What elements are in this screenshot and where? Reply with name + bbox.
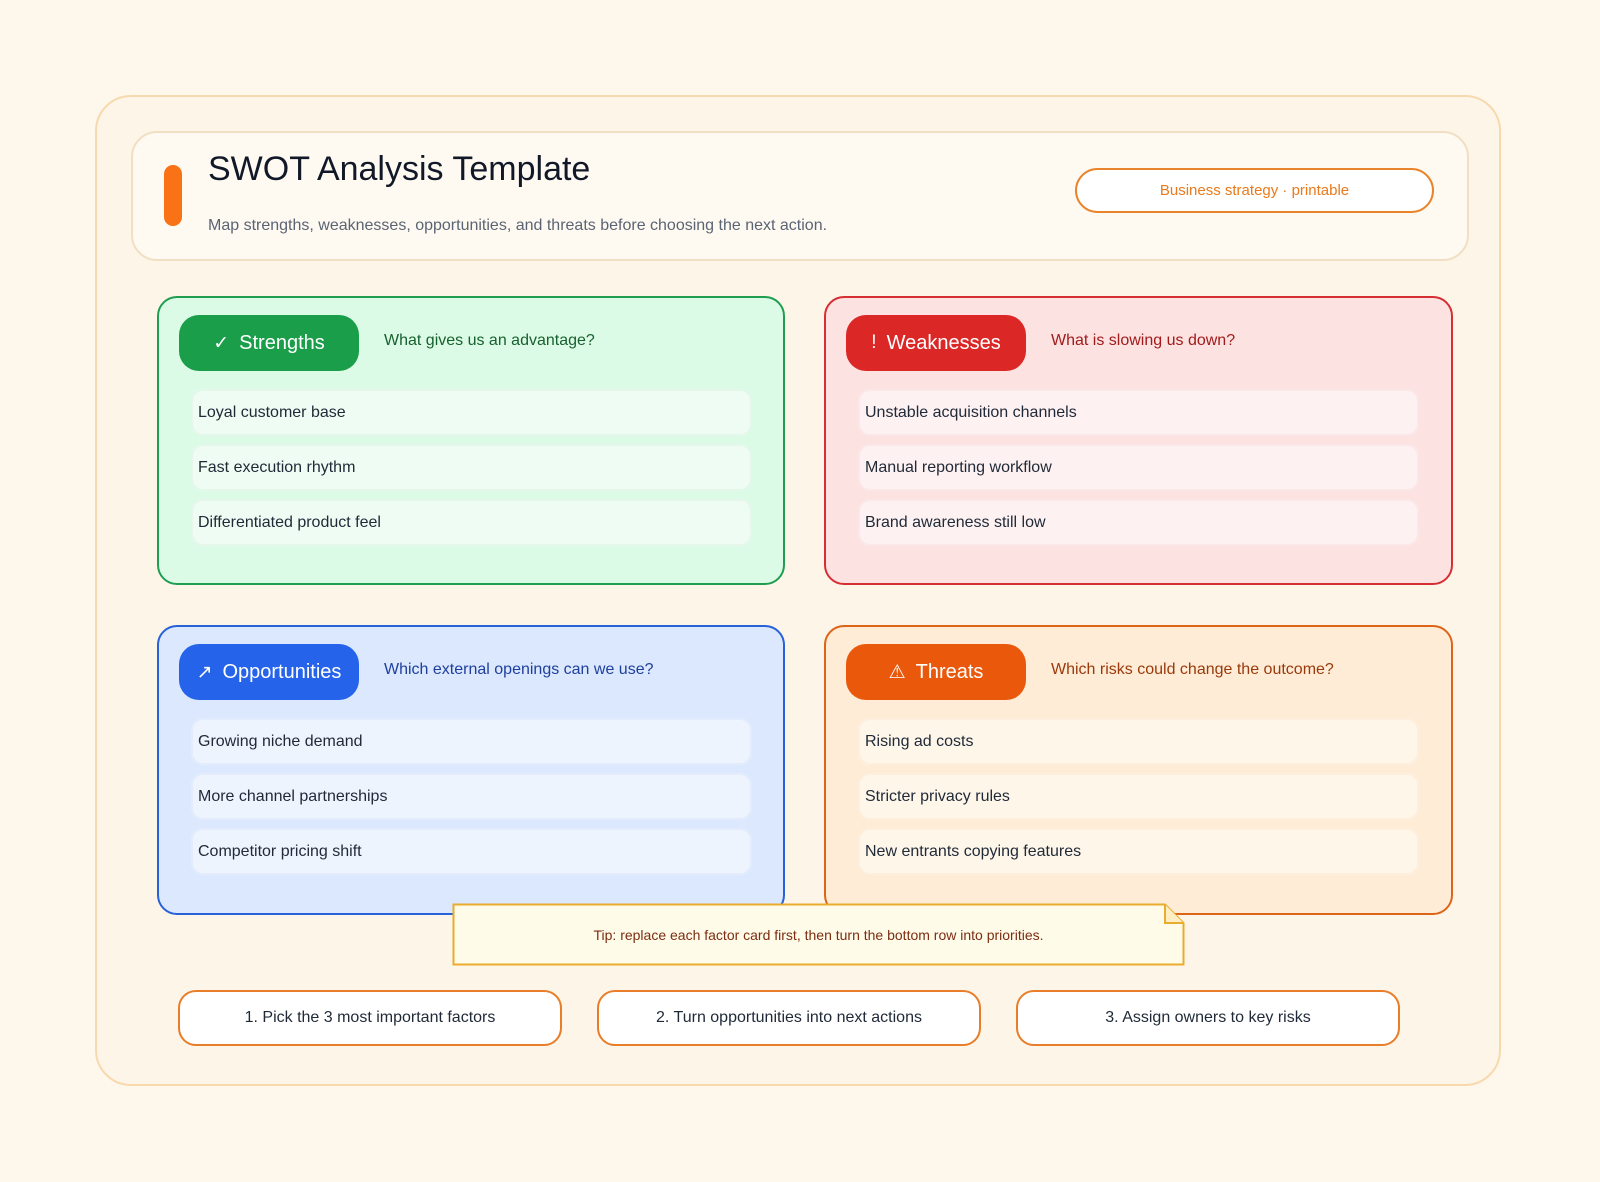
strength-item[interactable]: Loyal customer base (191, 389, 752, 436)
exclamation-icon: ! (871, 332, 877, 353)
opportunity-item[interactable]: Competitor pricing shift (191, 828, 752, 875)
trend-up-arrow-icon: ↗ (196, 661, 213, 683)
strength-item[interactable]: Fast execution rhythm (191, 444, 752, 491)
step-1-button[interactable]: 1. Pick the 3 most important factors (178, 990, 562, 1046)
step-3-button[interactable]: 3. Assign owners to key risks (1016, 990, 1400, 1046)
threats-quadrant: ⚠ Threats Which risks could change the o… (824, 625, 1453, 915)
page-title: SWOT Analysis Template (208, 150, 591, 188)
threats-badge: ⚠ Threats (846, 644, 1026, 700)
header-accent-bar (164, 165, 182, 226)
warning-triangle-icon: ⚠ (888, 661, 906, 683)
weaknesses-question: What is slowing us down? (1051, 332, 1236, 349)
opportunities-badge: ↗ Opportunities (179, 644, 359, 700)
weakness-item[interactable]: Unstable acquisition channels (858, 389, 1419, 436)
opportunity-item[interactable]: More channel partnerships (191, 773, 752, 820)
opportunity-item[interactable]: Growing niche demand (191, 718, 752, 765)
check-icon: ✓ (213, 332, 230, 354)
page-subtitle: Map strengths, weaknesses, opportunities… (208, 217, 828, 234)
strengths-question: What gives us an advantage? (384, 332, 595, 349)
weakness-item[interactable]: Brand awareness still low (858, 499, 1419, 546)
threat-item[interactable]: New entrants copying features (858, 828, 1419, 875)
category-tag: Business strategy · printable (1075, 168, 1434, 213)
strengths-label: Strengths (239, 331, 325, 354)
strength-item[interactable]: Differentiated product feel (191, 499, 752, 546)
step-2-button[interactable]: 2. Turn opportunities into next actions (597, 990, 981, 1046)
weaknesses-label: Weaknesses (886, 331, 1001, 354)
weaknesses-badge: ! Weaknesses (846, 315, 1026, 371)
opportunities-question: Which external openings can we use? (384, 661, 654, 678)
opportunities-label: Opportunities (222, 660, 342, 683)
weaknesses-quadrant: ! Weaknesses What is slowing us down? Un… (824, 296, 1453, 585)
threat-item[interactable]: Rising ad costs (858, 718, 1419, 765)
threat-item[interactable]: Stricter privacy rules (858, 773, 1419, 820)
opportunities-quadrant: ↗ Opportunities Which external openings … (157, 625, 785, 915)
strengths-badge: ✓ Strengths (179, 315, 359, 371)
tip-text: Tip: replace each factor card first, the… (593, 926, 1044, 943)
strengths-quadrant: ✓ Strengths What gives us an advantage? … (157, 296, 785, 585)
threats-label: Threats (915, 660, 984, 683)
threats-question: Which risks could change the outcome? (1051, 661, 1334, 678)
weakness-item[interactable]: Manual reporting workflow (858, 444, 1419, 491)
